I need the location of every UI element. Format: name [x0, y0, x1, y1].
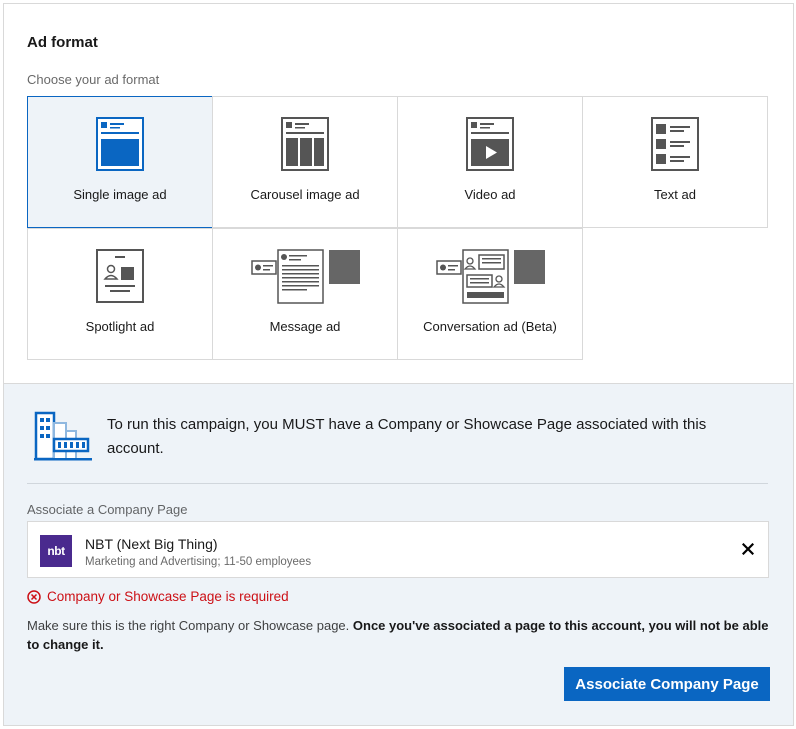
ad-format-label: Single image ad: [73, 187, 167, 202]
video-ad-icon: [466, 117, 514, 176]
note-text: Make sure this is the right Company or S…: [27, 618, 353, 633]
ad-format-label: Spotlight ad: [85, 319, 155, 334]
company-description: Marketing and Advertising; 11-50 employe…: [85, 556, 312, 568]
divider: [27, 483, 768, 484]
ad-format-label: Carousel image ad: [250, 187, 360, 202]
text-ad-icon: [651, 117, 699, 176]
associate-company-page-button[interactable]: Associate Company Page: [564, 667, 770, 701]
ad-format-single-image[interactable]: Single image ad: [27, 96, 213, 228]
company-page-required-message: To run this campaign, you MUST have a Co…: [107, 416, 707, 457]
association-note: Make sure this is the right Company or S…: [27, 616, 772, 654]
message-ad-icon: [251, 249, 361, 310]
ad-format-video[interactable]: Video ad: [397, 96, 583, 228]
company-logo: nbt: [40, 535, 72, 567]
ad-format-carousel-image[interactable]: Carousel image ad: [212, 96, 398, 228]
validation-error: Company or Showcase Page is required: [27, 589, 289, 604]
ad-format-label: Video ad: [464, 187, 516, 202]
conversation-ad-icon: [436, 249, 546, 310]
section-title: Ad format: [27, 34, 98, 51]
company-page-section: To run this campaign, you MUST have a Co…: [4, 383, 793, 725]
ad-format-panel: Ad format Choose your ad format Single i…: [3, 3, 794, 726]
remove-company-button[interactable]: [738, 539, 758, 559]
ad-format-label: Message ad: [269, 319, 341, 334]
error-circle-icon: [27, 589, 41, 604]
carousel-image-ad-icon: [281, 117, 329, 176]
error-text: Company or Showcase Page is required: [47, 589, 289, 604]
company-building-icon: [34, 409, 92, 466]
ad-format-spotlight[interactable]: Spotlight ad: [27, 228, 213, 360]
ad-format-message[interactable]: Message ad: [212, 228, 398, 360]
company-name: NBT (Next Big Thing): [85, 536, 218, 552]
ad-format-text[interactable]: Text ad: [582, 96, 768, 228]
ad-format-label: Text ad: [654, 187, 696, 202]
single-image-ad-icon: [96, 117, 144, 176]
close-icon: [742, 543, 754, 555]
associate-company-label: Associate a Company Page: [27, 502, 188, 517]
spotlight-ad-icon: [96, 249, 144, 308]
ad-format-conversation[interactable]: Conversation ad (Beta): [397, 228, 583, 360]
section-subtitle: Choose your ad format: [27, 72, 160, 87]
ad-format-label: Conversation ad (Beta): [423, 319, 557, 334]
selected-company-card: nbt NBT (Next Big Thing) Marketing and A…: [27, 521, 769, 578]
